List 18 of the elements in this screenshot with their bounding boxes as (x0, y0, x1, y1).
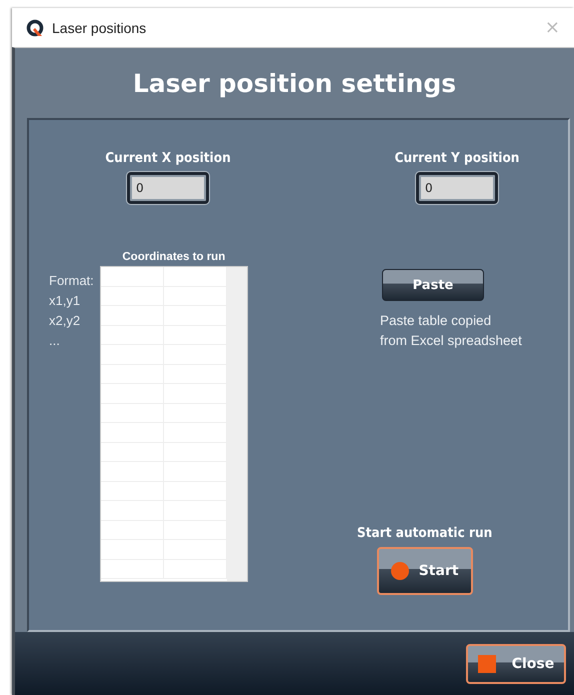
paste-note: Paste table copied from Excel spreadsheet (380, 312, 522, 350)
start-button[interactable]: Start (376, 547, 473, 595)
table-title: Coordinates to run (122, 251, 226, 263)
close-button[interactable]: Close (466, 644, 566, 684)
coordinates-table[interactable] (100, 266, 248, 582)
run-label: Start automatic run (357, 525, 492, 541)
format-text: x1,y1 (49, 292, 82, 310)
field-label: Current X position (105, 150, 231, 166)
field-label: Current Y position (394, 150, 520, 166)
app-logo-icon (26, 18, 44, 36)
format-text: x2,y2 (49, 312, 82, 330)
input-field[interactable]: 0 (127, 172, 209, 204)
window-title: Laser positions (52, 20, 148, 36)
paste-button[interactable]: Paste (382, 269, 484, 301)
format-text: Format: (49, 272, 94, 290)
format-text: ... (49, 332, 61, 350)
dialog-heading: Laser position settings (132, 68, 458, 100)
input-field[interactable]: 0 (416, 172, 498, 204)
